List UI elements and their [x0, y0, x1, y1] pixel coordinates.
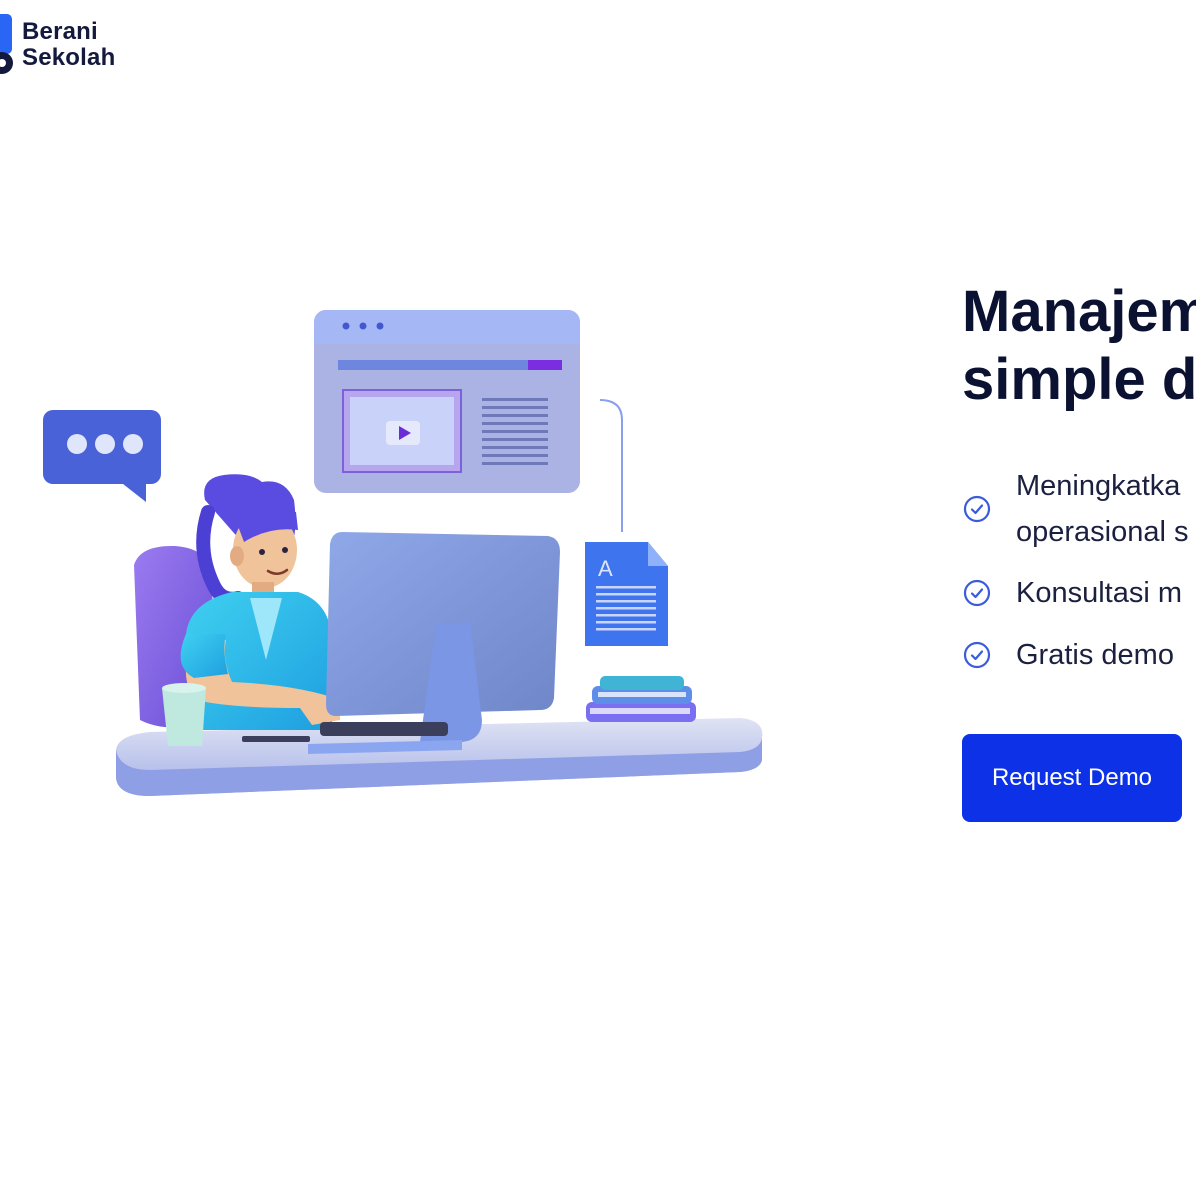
hero-headline-line1: Manajem [962, 279, 1196, 344]
request-demo-button[interactable]: Request Demo [962, 734, 1182, 822]
feature-item: Konsultasi m [962, 570, 1189, 616]
brand-name-line2: Sekolah [22, 44, 116, 71]
logo-icon [0, 14, 13, 74]
browser-window-illustration [314, 310, 580, 493]
feature-item: Meningkatka operasional s [962, 464, 1189, 554]
keyboard-illustration [320, 722, 448, 736]
check-circle-icon [963, 579, 991, 607]
document-illustration: A [585, 542, 668, 646]
hero-illustration: A [43, 310, 763, 796]
check-circle-icon [963, 495, 991, 523]
cup-illustration [162, 683, 206, 746]
check-circle-icon [963, 641, 991, 669]
document-letter: A [598, 556, 613, 581]
feature-item: Gratis demo [962, 632, 1189, 678]
hero-headline-line2: simple d [962, 347, 1196, 412]
brand-name-line1: Berani [22, 18, 98, 45]
chat-bubble-icon [43, 410, 161, 502]
monitor-illustration [308, 532, 560, 754]
feature-label-line2: operasional s [1016, 516, 1189, 548]
brand-name: Berani Sekolah [22, 19, 115, 71]
feature-label: Konsultasi m [1016, 576, 1183, 609]
feature-list: Meningkatka operasional s Konsultasi m G… [962, 464, 1189, 678]
books-illustration [586, 676, 696, 722]
feature-label: Gratis demo [1016, 638, 1174, 671]
brand-logo[interactable]: Berani Sekolah [0, 14, 115, 76]
hero-headline: Manajem simple d [962, 278, 1196, 414]
mouse-pad-illustration [242, 736, 310, 742]
feature-label: Meningkatka [1016, 470, 1181, 502]
